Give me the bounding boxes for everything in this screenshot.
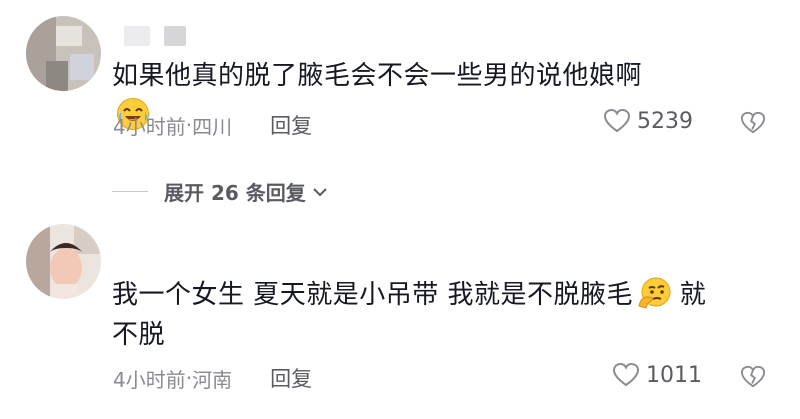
comment-meta: 4小时前 · 河南 回复 [113, 363, 312, 393]
avatar[interactable] [26, 16, 101, 91]
username-redacted-block [124, 26, 150, 46]
comment-text-content: 如果他真的脱了腋毛会不会一些男的说他娘啊 [112, 61, 643, 91]
comment-item: 我一个女生 夏天就是小吊带 我就是不脱腋毛 就 不脱 4小时前 · 河南 回复 … [0, 218, 800, 418]
expand-replies-label: 展开 26 条回复 [164, 181, 306, 205]
heart-icon [612, 362, 640, 387]
like-button[interactable]: 5239 [603, 108, 693, 134]
comment-item: 如果他真的脱了腋毛会不会一些男的说他娘啊 4小时前 · 四川 回复 5239 [0, 0, 800, 160]
comment-meta: 4小时前 · 四川 回复 [113, 110, 312, 140]
comment-location: 四川 [192, 114, 233, 139]
like-count: 5239 [637, 108, 693, 134]
expand-replies-button[interactable]: 展开 26 条回复 [112, 177, 328, 206]
comment-time: 4小时前 [113, 367, 186, 392]
comment-location: 河南 [192, 367, 233, 392]
chevron-down-icon [313, 187, 327, 196]
comment-text-line2: 不脱 [112, 320, 166, 350]
reply-button[interactable]: 回复 [270, 363, 312, 393]
comment-text: 我一个女生 夏天就是小吊带 我就是不脱腋毛 就 不脱 [112, 275, 772, 355]
divider-line [112, 191, 148, 192]
avatar[interactable] [26, 224, 101, 299]
dislike-broken-heart-icon[interactable] [740, 364, 766, 390]
avatar-image [26, 16, 101, 91]
comment-time: 4小时前 [113, 114, 186, 139]
comment-text-line1-tail: 就 [671, 280, 707, 310]
thinking-emoji-icon [638, 277, 671, 309]
reply-button[interactable]: 回复 [270, 110, 312, 140]
username[interactable] [124, 26, 186, 46]
avatar-image [26, 224, 101, 299]
username-redacted-block [164, 26, 186, 46]
dislike-broken-heart-icon[interactable] [740, 110, 766, 136]
heart-icon [603, 108, 631, 133]
like-button[interactable]: 1011 [612, 362, 702, 388]
like-count: 1011 [646, 362, 702, 388]
comment-text-line1: 我一个女生 夏天就是小吊带 我就是不脱腋毛 [112, 280, 634, 310]
